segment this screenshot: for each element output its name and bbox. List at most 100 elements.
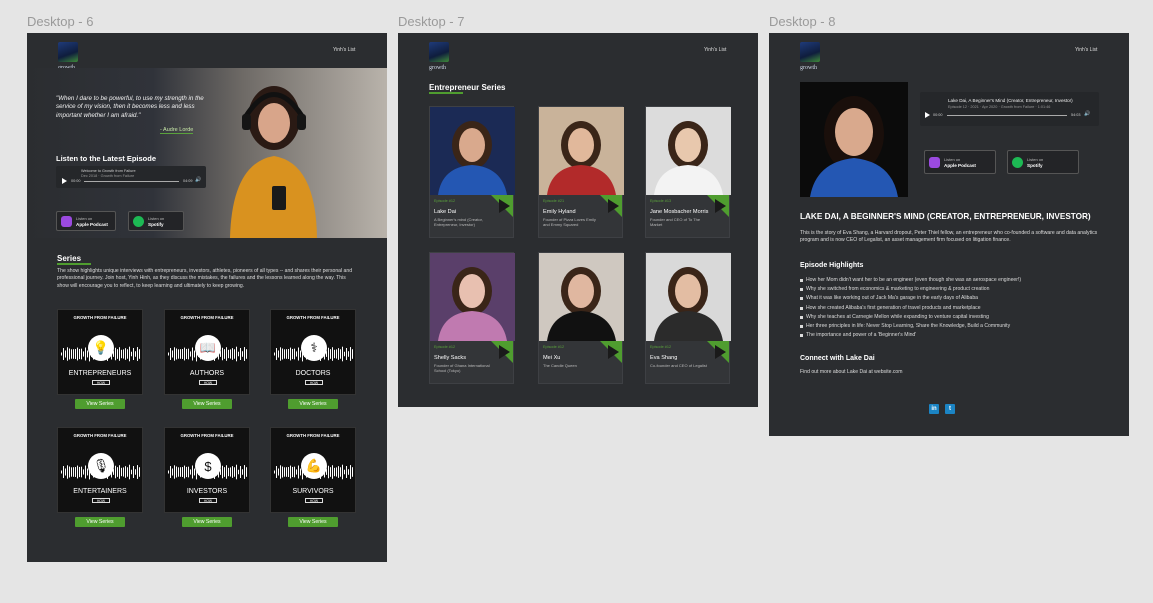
episode-number: Episode #13 [650,199,672,203]
player-episode-title: Welcome to Growth from Failure [81,169,136,173]
episode-number: Episode #21 [543,199,565,203]
play-icon[interactable] [499,199,510,213]
lightbulb-icon: 💡 [88,335,114,361]
tile-how-label: HOW [92,380,110,385]
episode-card[interactable]: Episode #13 Jane Mosbacher Morris Founder … [645,106,731,238]
apple-podcast-icon [929,157,940,168]
linkedin-icon[interactable]: in [929,404,939,414]
apple-badge-small-label: Listen on [944,157,961,162]
growth-logo[interactable]: growth [429,42,449,71]
apple-podcast-icon [61,216,72,227]
guest-name: Eva Shang [650,355,678,361]
series-title: Series [57,254,92,265]
spotify-badge-small-label: Listen on [148,216,165,221]
apple-badge-label: Apple Podcast [76,222,108,227]
apple-podcast-badge[interactable]: Listen on Apple Podcast [56,211,116,231]
hero-quote-author: - Audre Lorde [160,127,194,134]
lake-dai-portrait [800,82,908,197]
spotify-icon [1012,157,1023,168]
play-icon[interactable] [715,199,726,213]
desktop-7-frame: growth Yinh's List Entrepreneur Series E… [398,33,758,407]
player-episode-meta: Dec 2018 · Growth from Failure [81,174,135,178]
episode-highlights-list: How her Mom didn't want her to be an eng… [800,276,1110,340]
guest-description: Founder of Pizza Loves Emily and Emmy Sq… [543,217,596,228]
view-series-button[interactable]: View Series [75,517,125,527]
connect-title: Connect with Lake Dai [800,355,875,362]
volume-icon[interactable]: 🔊 [195,177,201,183]
episode-audio-player[interactable]: Lake Dai, A Beginner's Mind (Creator, En… [920,92,1099,126]
guest-photo [539,107,624,195]
series-description: The show highlights unique interviews wi… [57,268,353,289]
view-series-button[interactable]: View Series [288,517,338,527]
connect-text: Find out more about Lake Dai at website.… [800,369,903,375]
player-progress-bar[interactable] [947,115,1067,116]
tile-category-label: DOCTORS [295,370,331,377]
episode-card[interactable]: Episode #12 Mei Xu The Candle Queen [538,252,624,384]
guest-photo [430,107,515,195]
play-icon[interactable] [499,345,510,359]
view-series-button[interactable]: View Series [182,517,232,527]
nav-link-yinhs-list[interactable]: Yinh's List [704,47,726,53]
player-episode-title: Lake Dai, A Beginner's Mind (Creator, En… [948,98,1073,103]
money-chart-icon: $ [195,453,221,479]
play-icon[interactable] [925,112,930,118]
episode-number: Episode #12 [434,199,456,203]
view-series-button[interactable]: View Series [75,399,125,409]
spotify-badge-small-label: Listen on [1027,157,1044,162]
guest-description: Founder and CEO of To The Market [650,217,701,228]
book-icon: 📖 [195,335,221,361]
view-series-button[interactable]: View Series [182,399,232,409]
guest-photo [646,107,731,195]
episode-card[interactable]: Episode #12 Lake Dai A Beginner's mind (Cr… [429,106,515,238]
nav-link-yinhs-list[interactable]: Yinh's List [333,47,355,53]
play-icon[interactable] [608,345,619,359]
growth-logo[interactable]: growth [58,42,78,71]
nav-link-yinhs-list[interactable]: Yinh's List [1075,47,1097,53]
apple-badge-label: Apple Podcast [944,163,976,168]
spotify-icon [133,216,144,227]
tile-show-name: GROWTH FROM FAILURE [286,433,340,438]
stethoscope-icon: ⚕ [301,335,327,361]
growth-logo[interactable]: growth [800,42,820,71]
guest-description: Founder of Ghana International School (T… [434,363,490,374]
tile-how-label: HOW [305,380,323,385]
tile-category-label: AUTHORS [189,370,225,377]
episode-card[interactable]: Episode #12 Eva Shang Co-founder and CEO o… [645,252,731,384]
highlight-item: The importance and power of a 'Beginner'… [800,331,1110,340]
episode-number: Episode #12 [543,345,565,349]
series-tile-survivors[interactable]: GROWTH FROM FAILURE 💪 SURVIVORS HOW [270,427,356,513]
player-episode-meta: Episode 12 · 2021 · Apr 2020 · Growth fr… [948,105,1051,109]
highlight-item: What it was like working out of Jack Ma'… [800,294,1110,303]
apple-badge-small-label: Listen on [76,216,93,221]
episode-card[interactable]: Episode #12 Shelly Sacks Founder of Ghana … [429,252,515,384]
series-tile-doctors[interactable]: GROWTH FROM FAILURE ⚕ DOCTORS HOW [270,309,356,395]
series-tile-entertainers[interactable]: GROWTH FROM FAILURE 🎙 ENTERTAINERS HOW [57,427,143,513]
play-icon[interactable] [715,345,726,359]
series-tile-entrepreneurs[interactable]: GROWTH FROM FAILURE 💡 ENTREPRENEURS HOW [57,309,143,395]
play-icon[interactable] [62,178,67,184]
spotify-badge[interactable]: Listen on Spotify [128,211,184,231]
series-tile-investors[interactable]: GROWTH FROM FAILURE $ INVESTORS HOW [164,427,250,513]
tile-show-name: GROWTH FROM FAILURE [180,433,234,438]
hero-banner: "When I dare to be powerful, to use my s… [27,68,387,238]
audio-player[interactable]: Welcome to Growth from Failure Dec 2018 … [56,166,206,188]
volume-icon[interactable]: 🔊 [1084,111,1090,117]
guest-name: Emily Hyland [543,209,576,215]
apple-podcast-badge[interactable]: Listen on Apple Podcast [924,150,996,174]
episode-story: This is the story of Eva Shang, a Harvar… [800,230,1098,244]
episode-card[interactable]: Episode #21 Emily Hyland Founder of Pizza … [538,106,624,238]
spotify-badge-label: Spotify [148,222,164,227]
logo-text: growth [800,65,817,71]
view-series-button[interactable]: View Series [288,399,338,409]
episode-number: Episode #12 [434,345,456,349]
play-icon[interactable] [608,199,619,213]
series-tile-authors[interactable]: GROWTH FROM FAILURE 📖 AUTHORS HOW [164,309,250,395]
twitter-icon[interactable]: t [945,404,955,414]
spotify-badge[interactable]: Listen on Spotify [1007,150,1079,174]
frame-title-desktop-8: Desktop - 8 [769,14,836,29]
tile-category-label: ENTREPRENEURS [68,370,132,377]
player-progress-bar[interactable] [84,181,179,182]
logo-text: growth [429,65,446,71]
tile-show-name: GROWTH FROM FAILURE [286,315,340,320]
guest-description: A Beginner's mind (Creator, Entrepreneur… [434,217,483,228]
